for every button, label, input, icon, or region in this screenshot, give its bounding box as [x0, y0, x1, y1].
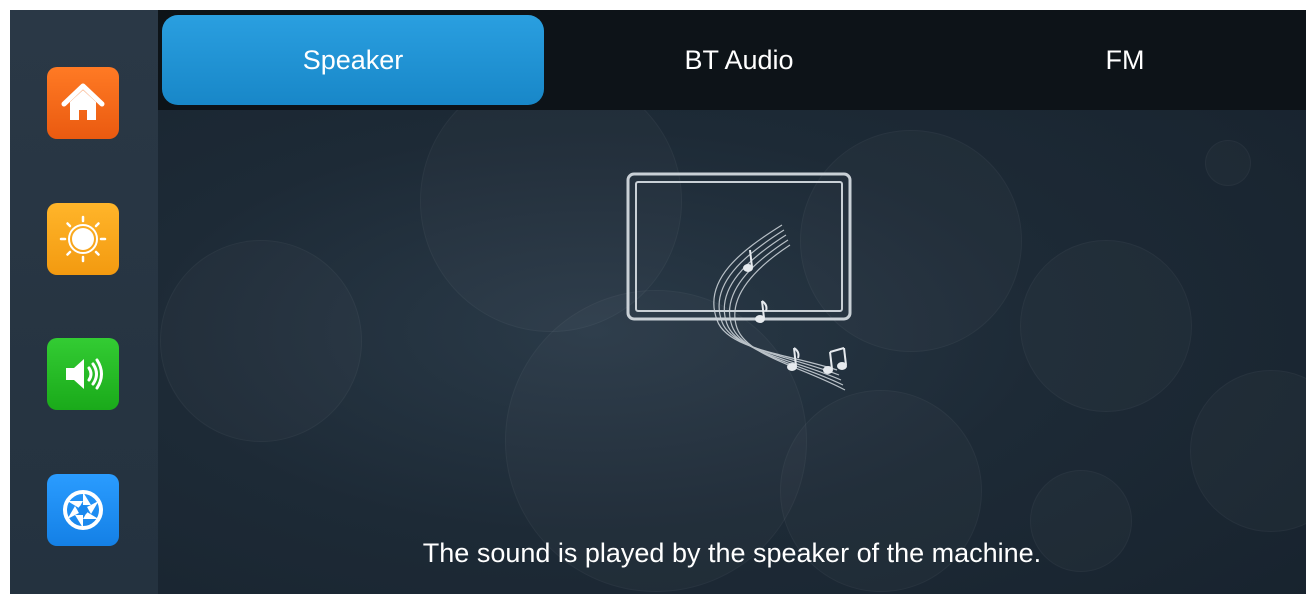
camera-shutter-icon [60, 487, 106, 533]
tab-fm[interactable]: FM [934, 15, 1306, 105]
background-bokeh [1205, 140, 1251, 186]
tab-label: BT Audio [684, 44, 794, 75]
background-bokeh [1190, 370, 1306, 532]
home-button[interactable] [47, 67, 119, 139]
sidebar [10, 10, 158, 594]
tab-bt-audio[interactable]: BT Audio [548, 15, 930, 105]
tab-label: FM [1105, 44, 1145, 75]
volume-icon [60, 351, 106, 397]
brightness-button[interactable] [47, 203, 119, 275]
shutter-button[interactable] [47, 474, 119, 546]
tab-speaker[interactable]: Speaker [162, 15, 544, 105]
volume-button[interactable] [47, 338, 119, 410]
tab-bar: Speaker BT Audio FM [158, 10, 1306, 110]
home-icon [60, 80, 106, 126]
app-screen: Speaker BT Audio FM The sound is played … [10, 10, 1306, 594]
background-bokeh [160, 240, 362, 442]
status-caption: The sound is played by the speaker of th… [422, 538, 1042, 568]
background-bokeh [1020, 240, 1192, 412]
tab-label: Speaker [302, 44, 404, 75]
brightness-icon [59, 215, 107, 263]
monitor-music-notes-icon [622, 170, 882, 430]
